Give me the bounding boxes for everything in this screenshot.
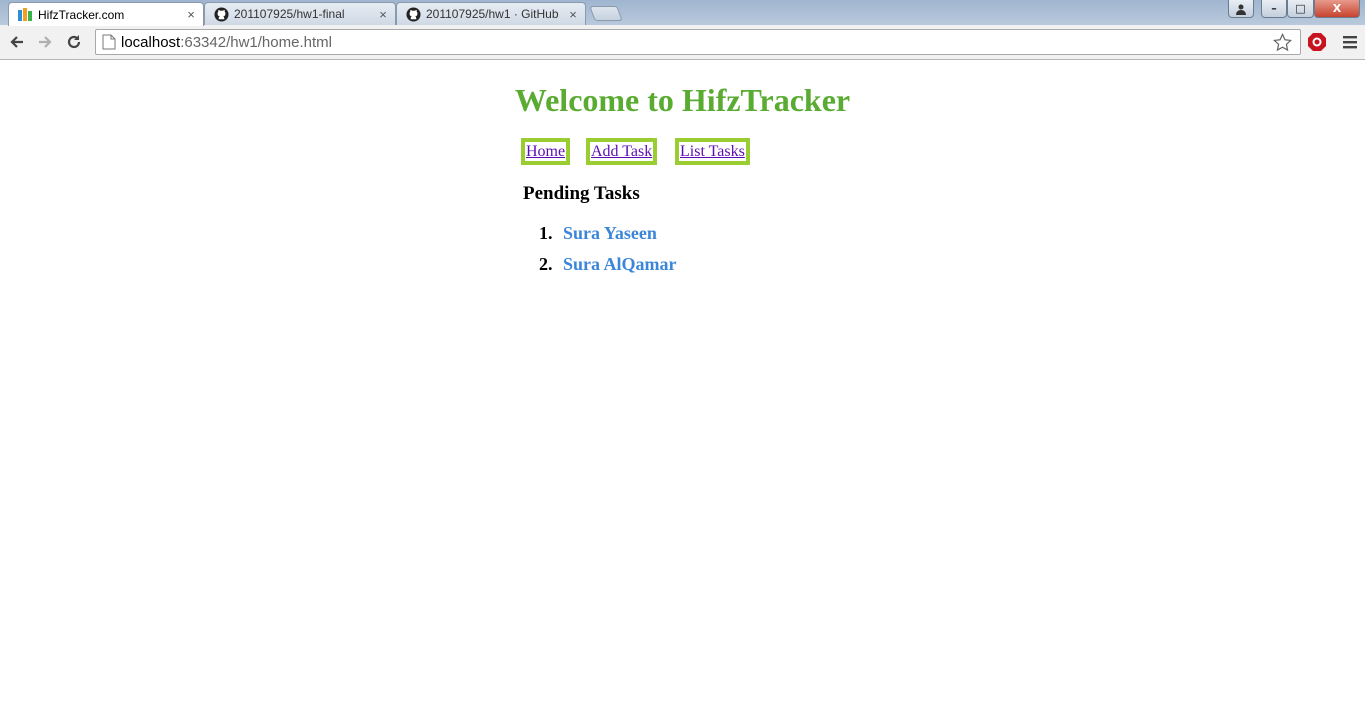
address-bar[interactable]: localhost:63342/hw1/home.html: [95, 29, 1301, 55]
tab-hw1-final[interactable]: 201107925/hw1-final ×: [204, 2, 396, 25]
tab-close-icon[interactable]: ×: [185, 7, 197, 22]
page-viewport: Welcome to HifzTracker Home Add Task Lis…: [0, 61, 1365, 725]
minimize-button[interactable]: –: [1261, 0, 1287, 18]
nav-list-tasks-link[interactable]: List Tasks: [675, 138, 750, 165]
hifztracker-favicon-icon: [17, 7, 33, 23]
task-list-item: 2. Sura AlQamar: [539, 254, 677, 275]
forward-arrow-icon[interactable]: [34, 31, 56, 53]
new-tab-button[interactable]: [589, 6, 623, 21]
task-link-sura-yaseen[interactable]: Sura Yaseen: [563, 223, 657, 243]
maximize-button[interactable]: □: [1287, 0, 1314, 18]
menu-icon[interactable]: [1339, 31, 1361, 53]
bookmark-star-icon[interactable]: [1272, 32, 1293, 56]
task-link-sura-alqamar[interactable]: Sura AlQamar: [563, 254, 677, 274]
user-profile-icon[interactable]: [1228, 0, 1254, 18]
tab-close-icon[interactable]: ×: [377, 7, 389, 22]
nav-home-link[interactable]: Home: [521, 138, 571, 165]
tab-hifztracker[interactable]: HifzTracker.com ×: [8, 2, 204, 26]
pending-tasks-heading: Pending Tasks: [523, 183, 640, 204]
task-number: 2.: [539, 254, 553, 274]
task-list-item: 1. Sura Yaseen: [539, 223, 657, 244]
github-icon: [405, 6, 421, 22]
url-host: localhost: [121, 33, 181, 51]
browser-tab-strip: HifzTracker.com × 201107925/hw1-final × …: [0, 0, 1365, 26]
page-title: Welcome to HifzTracker: [514, 82, 851, 118]
url-path: :63342/hw1/home.html: [180, 33, 332, 51]
tab-title: 201107925/hw1 · GitHub In: [426, 7, 563, 21]
tab-hw1-github[interactable]: 201107925/hw1 · GitHub In ×: [396, 2, 586, 25]
task-number: 1.: [539, 223, 553, 243]
page-icon: [102, 34, 116, 50]
back-arrow-icon[interactable]: [6, 31, 28, 53]
adblock-icon[interactable]: [1306, 31, 1328, 53]
nav-add-task-link[interactable]: Add Task: [586, 138, 658, 165]
tab-title: HifzTracker.com: [38, 7, 125, 22]
window-close-button[interactable]: X: [1314, 0, 1360, 18]
github-icon: [213, 6, 229, 22]
tab-close-icon[interactable]: ×: [567, 7, 579, 22]
browser-toolbar: localhost:63342/hw1/home.html: [0, 25, 1365, 60]
reload-icon[interactable]: [63, 31, 85, 53]
tab-title: 201107925/hw1-final: [234, 7, 345, 21]
